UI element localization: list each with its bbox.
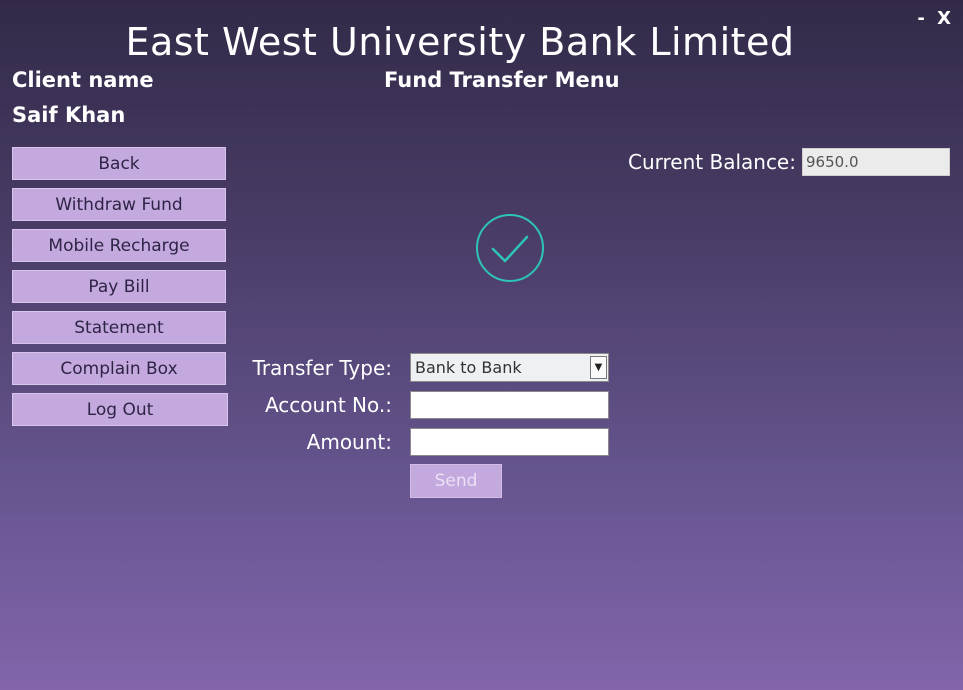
client-name-label: Client name bbox=[12, 68, 154, 92]
account-no-input[interactable] bbox=[410, 391, 609, 419]
checkmark-circle-icon bbox=[476, 214, 544, 282]
pay-bill-button[interactable]: Pay Bill bbox=[12, 270, 226, 303]
back-button[interactable]: Back bbox=[12, 147, 226, 180]
chevron-down-icon[interactable]: ▼ bbox=[590, 356, 607, 379]
transfer-type-select[interactable]: Bank to Bank ▼ bbox=[410, 353, 609, 382]
amount-input[interactable] bbox=[410, 428, 609, 456]
send-button[interactable]: Send bbox=[410, 464, 502, 498]
minimize-button[interactable]: - bbox=[917, 8, 924, 29]
window-controls: - X bbox=[911, 8, 951, 29]
app-title: East West University Bank Limited bbox=[125, 20, 795, 64]
page-title: Fund Transfer Menu bbox=[384, 68, 620, 92]
transfer-type-label: Transfer Type: bbox=[252, 356, 392, 380]
amount-label: Amount: bbox=[306, 430, 392, 454]
account-no-label: Account No.: bbox=[264, 393, 392, 417]
withdraw-fund-button[interactable]: Withdraw Fund bbox=[12, 188, 226, 221]
mobile-recharge-button[interactable]: Mobile Recharge bbox=[12, 229, 226, 262]
client-name-value: Saif Khan bbox=[12, 103, 126, 127]
statement-button[interactable]: Statement bbox=[12, 311, 226, 344]
current-balance-label: Current Balance: bbox=[628, 150, 796, 174]
transfer-type-value: Bank to Bank bbox=[415, 358, 522, 377]
close-button[interactable]: X bbox=[937, 8, 951, 29]
current-balance-field: 9650.0 bbox=[802, 148, 950, 176]
